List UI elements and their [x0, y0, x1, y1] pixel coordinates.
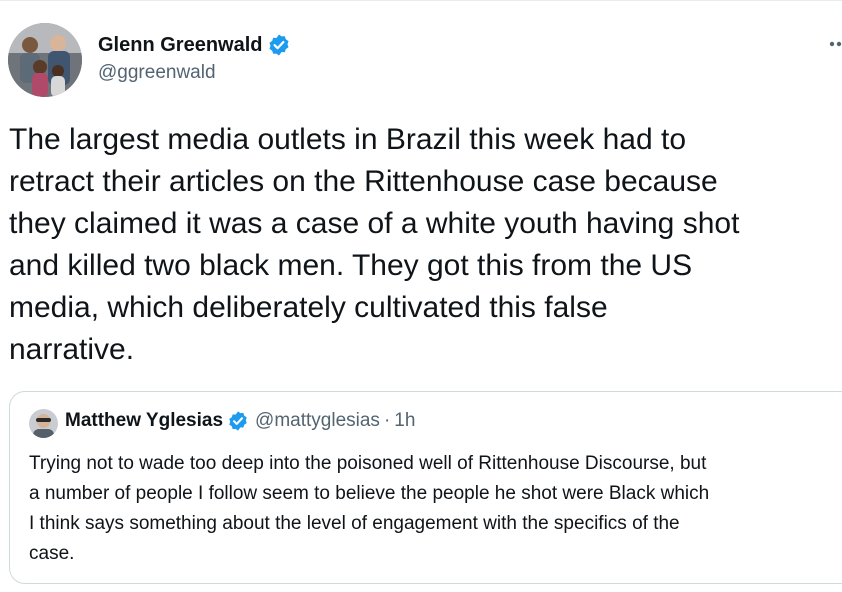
profile-photo-avatar-icon [29, 409, 58, 438]
tweet-text-line: media, which deliberately cultivated thi… [9, 291, 608, 324]
quoted-tweet-header: Matthew Yglesias @mattyglesias · 1h [65, 410, 415, 432]
family-photo-avatar-icon [8, 23, 82, 97]
verified-badge-icon [227, 410, 249, 432]
author-handle[interactable]: @ggreenwald [98, 62, 216, 84]
quoted-author-name: Matthew Yglesias [65, 410, 224, 431]
quoted-author-avatar[interactable] [29, 409, 58, 438]
tweet-text-line: narrative. [9, 333, 135, 366]
tweet-detail: Glenn Greenwald @ggreenwald The largest … [0, 0, 842, 592]
quoted-text-line: a number of people I follow seem to beli… [29, 483, 710, 504]
separator-dot: · [383, 410, 391, 431]
quoted-text-line: case. [29, 543, 75, 564]
author-avatar[interactable] [8, 23, 82, 97]
author-name[interactable]: Glenn Greenwald [98, 34, 262, 57]
quoted-tweet-text: Trying not to wade too deep into the poi… [29, 449, 842, 569]
tweet-text: The largest media outlets in Brazil this… [9, 119, 842, 371]
quoted-author-handle: @mattyglesias [255, 410, 380, 431]
quoted-text-line: Trying not to wade too deep into the poi… [29, 453, 707, 474]
tweet-text-line: and killed two black men. They got this … [9, 249, 693, 282]
quoted-tweet-timestamp[interactable]: 1h [394, 410, 415, 432]
author-name-row: Glenn Greenwald [98, 33, 291, 57]
tweet-text-line: The largest media outlets in Brazil this… [9, 123, 687, 156]
more-dots-icon[interactable] [828, 33, 842, 55]
tweet-text-line: retract their articles on the Rittenhous… [9, 165, 718, 198]
verified-badge-icon [267, 33, 291, 57]
quoted-text-line: I think says something about the level o… [29, 513, 680, 534]
quoted-tweet-card[interactable]: Matthew Yglesias @mattyglesias · 1h Tryi… [9, 391, 842, 584]
tweet-text-line: they claimed it was a case of a white yo… [9, 207, 740, 240]
